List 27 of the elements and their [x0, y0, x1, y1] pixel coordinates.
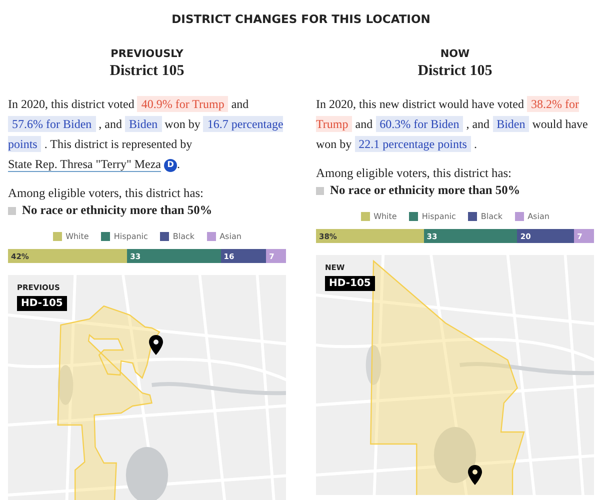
- district-badge: HD-105: [325, 276, 375, 291]
- eligible-voters-text: Among eligible voters, this district has:: [8, 186, 204, 201]
- no-majority-icon: [8, 206, 16, 214]
- legend-label: Asian: [528, 212, 550, 221]
- legend-label: Black: [480, 212, 503, 221]
- map-pin-icon: [149, 335, 163, 355]
- district-heading: District 105: [110, 63, 184, 80]
- representative-link[interactable]: State Rep. Thresa "Terry" Meza: [8, 157, 162, 172]
- legend-label: Asian: [220, 232, 242, 241]
- vote-summary: In 2020, this district voted 40.9% for Trump and 57.6% for Biden , and Biden won by 16.7 percentage points . This district is represented by State Rep. Thresa "Terry" Meza D .: [8, 95, 284, 174]
- column-eyebrow: NOW: [440, 48, 470, 60]
- page-title: DISTRICT CHANGES FOR THIS LOCATION: [170, 11, 432, 26]
- party-badge: D: [164, 158, 178, 172]
- district-heading: District 105: [418, 63, 492, 80]
- legend-label: Hispanic: [114, 232, 148, 241]
- majority-text: No race or ethnicity more than 50%: [22, 203, 212, 218]
- district-badge: HD-105: [17, 296, 67, 311]
- legend-label: Black: [172, 232, 195, 241]
- column-eyebrow: PREVIOUSLY: [110, 48, 184, 60]
- eligible-voters-text: Among eligible voters, this district has:: [316, 166, 512, 181]
- no-majority-icon: [316, 186, 324, 194]
- majority-text: No race or ethnicity more than 50%: [330, 183, 520, 198]
- vote-summary: In 2020, this new district would have voted 38.2% for Trump and 60.3% for Biden , and Biden would have won by 22.1 percentage points .: [316, 95, 589, 154]
- legend-label: White: [374, 212, 397, 221]
- map-pin-icon: [468, 465, 482, 485]
- legend-label: White: [66, 232, 89, 241]
- legend-label: Hispanic: [422, 212, 456, 221]
